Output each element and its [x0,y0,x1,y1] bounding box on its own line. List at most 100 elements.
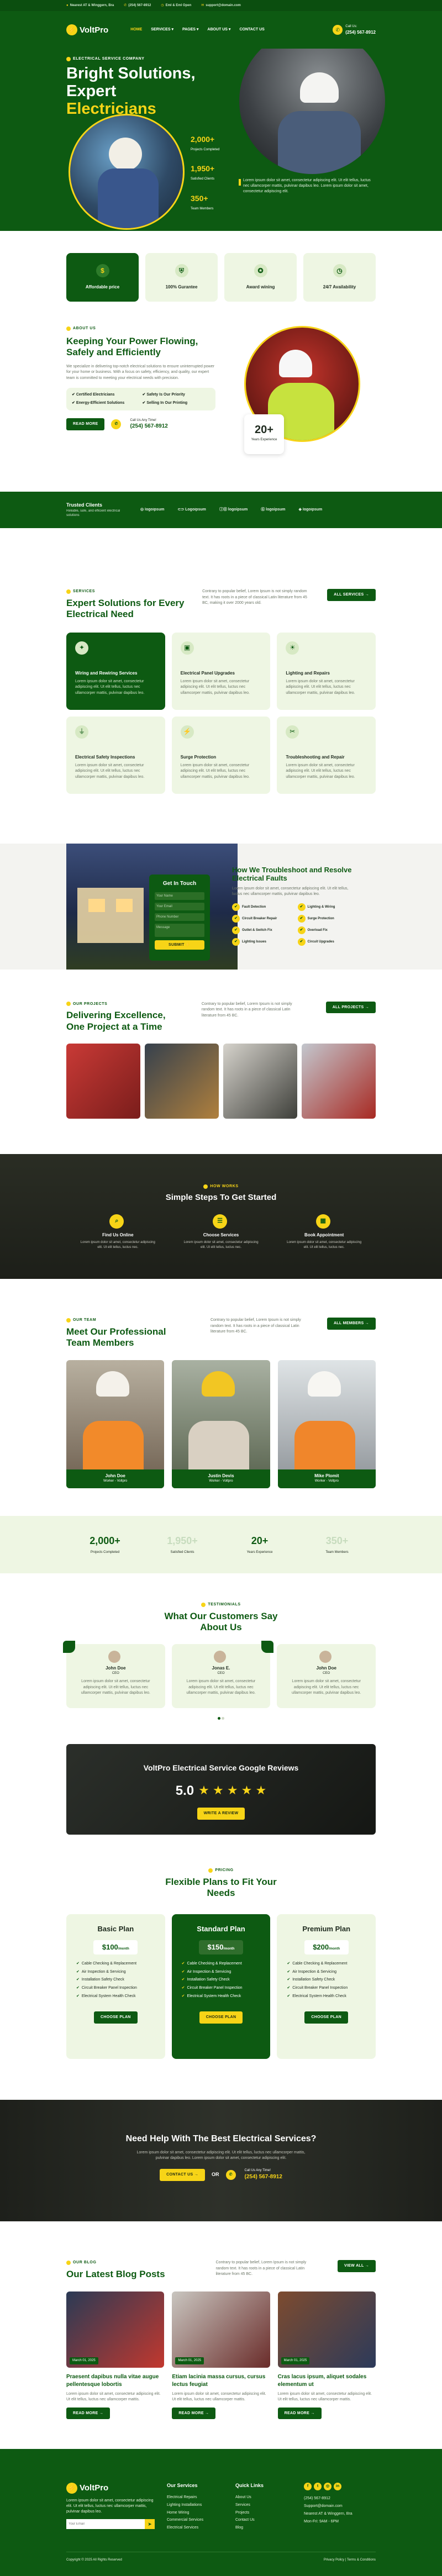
service-card[interactable]: ⏚ Electrical Safety Inspections Lorem ipsu… [66,716,165,794]
stats-band: 2,000+ Projects Completed 1,950+ Satisfied… [0,1515,442,1573]
linkedin-icon[interactable]: in [334,2483,341,2491]
logo[interactable]: ⚡ VoltPro [66,24,108,36]
footer-contact: f t ◎ in (254) 567-8912 Support@domain.com Ne… [304,2482,376,2533]
hero-stat: 2,000+ Projects Completed [191,135,220,151]
avatar [319,1651,332,1663]
message-field[interactable]: Message [155,923,204,937]
stat-item: 20+ Years Experience [246,1535,273,1555]
read-more-button[interactable]: READ MORE → [66,2407,110,2420]
all-members-button[interactable]: ALL MEMBERS → [327,1318,376,1330]
about-text: We specialize in delivering top-notch el… [66,364,214,380]
email-field[interactable]: Your Email [155,902,204,910]
blog-post: March 01, 2025 Praesent dapibus nulla vit… [66,2291,165,2420]
blog-image[interactable]: March 01, 2025 [277,2291,376,2368]
project-image[interactable] [145,1044,219,1119]
send-icon[interactable]: ➤ [145,2519,155,2529]
project-image[interactable] [302,1044,376,1119]
mail-icon: ✉ [201,3,204,7]
feature-card: ✪ Award wining [224,253,297,302]
bolt-icon: ⚡ [180,725,194,739]
team-title: Meet Our Professional Team Members [66,1326,166,1348]
write-review-button[interactable]: WRITE A REVIEW [197,1808,245,1820]
carousel-dots[interactable] [66,1715,376,1722]
check-icon: ✔ [232,937,240,946]
name-field[interactable]: Your Name [155,892,204,900]
stat-item: 2,000+ Projects Completed [90,1535,120,1555]
stat-item: 1,950+ Satisfied Clients [167,1535,198,1555]
submit-button[interactable]: SUBMIT ⚡ [155,940,204,950]
step-item: ☰ Choose Services Lorem ipsum dolor sit am… [170,1214,273,1252]
price-card-basic: Basic Plan$100/monthCable Checking & Rep… [66,1914,165,2059]
check-icon: ✔ [232,926,240,934]
header-call[interactable]: ✆ Call Us: (254) 567-8912 [333,24,376,35]
contact-form: Get In Touch Your Name Your Email Phone … [149,874,210,961]
contact-us-button[interactable]: CONTACT US → [160,2168,206,2181]
lamp-icon: ☀ [286,641,299,655]
about-call[interactable]: Call Us Any Time! (254) 567-8912 [130,418,167,430]
calendar-icon: ▦ [315,1214,330,1229]
helmet-shape [307,1371,341,1397]
hours-info: ◷ Eml & Eml Open [161,3,192,7]
member-info: Mike Plomit Worker - Voltpro [277,1469,376,1488]
dot-icon [66,1002,71,1007]
facebook-icon[interactable]: f [304,2483,312,2491]
footer-logo[interactable]: ⚡ VoltPro [66,2482,155,2494]
read-more-button[interactable]: READ MORE → [277,2407,322,2420]
section-tag: ABOUT US [66,326,215,331]
blog-post: March 01, 2025 Cras lacus ipsum, aliquet … [277,2291,376,2420]
client-logo: ◎ logoipsum [140,508,165,512]
team-card[interactable]: Justin Devis Worker - Voltpro [172,1360,270,1488]
project-image[interactable] [66,1044,140,1119]
nav-about[interactable]: ABOUT US ▾ [207,27,230,33]
nav-pages[interactable]: PAGES ▾ [182,27,198,33]
cta-call[interactable]: Call Us Any Time! (254) 567-8912 [245,2168,282,2180]
read-more-button[interactable]: READ MORE [66,418,105,430]
service-card[interactable]: ☀ Lighting and Repairs Lorem ipsum dolor s… [277,632,376,710]
helmet-shape [300,72,339,103]
dot-icon [66,326,71,331]
bulb-icon: ✦ [75,641,88,655]
all-projects-button[interactable]: ALL PROJECTS → [325,1001,376,1014]
project-image[interactable] [223,1044,297,1119]
blog-image[interactable]: March 01, 2025 [66,2291,165,2368]
clock-icon: ◷ [333,264,346,278]
team-card[interactable]: John Doe Worker - Voltpro [66,1360,165,1488]
client-logo: ⓘ⓪ logoipsum [219,508,248,512]
service-card[interactable]: ▣ Electrical Panel Upgrades Lorem ipsum do… [171,632,271,710]
service-card[interactable]: ✦ Wiring and Rewiring Services Lorem ipsum… [66,632,165,710]
service-card[interactable]: ✂ Troubleshooting and Repair Lorem ipsum d… [277,716,376,794]
projects-title: Delivering Excellence, One Project at a … [66,1010,166,1032]
hero-title: Bright Solutions, Expert Electricians [66,65,196,118]
read-more-button[interactable]: READ MORE → [172,2407,216,2420]
phone-info[interactable]: ✆ (254) 567-8912 [124,3,151,8]
view-all-button[interactable]: VIEW ALL → [338,2260,376,2273]
fault-item: ✔ Lighting & Wiring [297,903,360,911]
star-rating: ★ ★ ★ ★ ★ [198,1783,267,1797]
phone-field[interactable]: Phone Number [155,913,204,921]
choose-plan-button[interactable]: CHOOSE PLAN [304,2011,348,2024]
testimonial-card: John Doe CEO Lorem ipsum dolor sit amet, c… [277,1644,376,1709]
newsletter-email-input[interactable] [66,2519,145,2529]
nav-services[interactable]: SERVICES ▾ [151,27,173,33]
instagram-icon[interactable]: ◎ [324,2483,332,2491]
step-item: ⌕ Find Us Online Lorem ipsum dolor sit ame… [66,1214,170,1252]
choose-plan-button[interactable]: CHOOSE PLAN [199,2011,243,2024]
nav-contact[interactable]: CONTACT US [239,27,264,33]
nav-home[interactable]: HOME [130,27,142,33]
all-services-button[interactable]: ALL SERVICES → [327,589,376,601]
cta-section: Need Help With The Best Electrical Servi… [0,2100,442,2222]
helmet-shape [96,1371,129,1397]
team-card[interactable]: Mike Plomit Worker - Voltpro [277,1360,376,1488]
email-info[interactable]: ✉ support@domain.com [201,3,241,8]
blog-post: March 01, 2025 Etiam lacinia massa cursus… [172,2291,270,2420]
price-value: $150/month [199,1940,243,1955]
services-title: Expert Solutions for Every Electrical Ne… [66,597,185,620]
dot-icon [208,1868,213,1873]
service-card[interactable]: ⚡ Surge Protection Lorem ipsum dolor sit a… [171,716,271,794]
choose-plan-button[interactable]: CHOOSE PLAN [94,2011,138,2024]
check-icon: ✔ [297,914,306,923]
twitter-icon[interactable]: t [314,2483,322,2491]
blog-image[interactable]: March 01, 2025 [172,2291,270,2368]
price-card-premium: Premium Plan$200/monthCable Checking & R… [277,1914,376,2059]
testimonial-card: John Doe CEO Lorem ipsum dolor sit amet, c… [63,1641,165,1709]
